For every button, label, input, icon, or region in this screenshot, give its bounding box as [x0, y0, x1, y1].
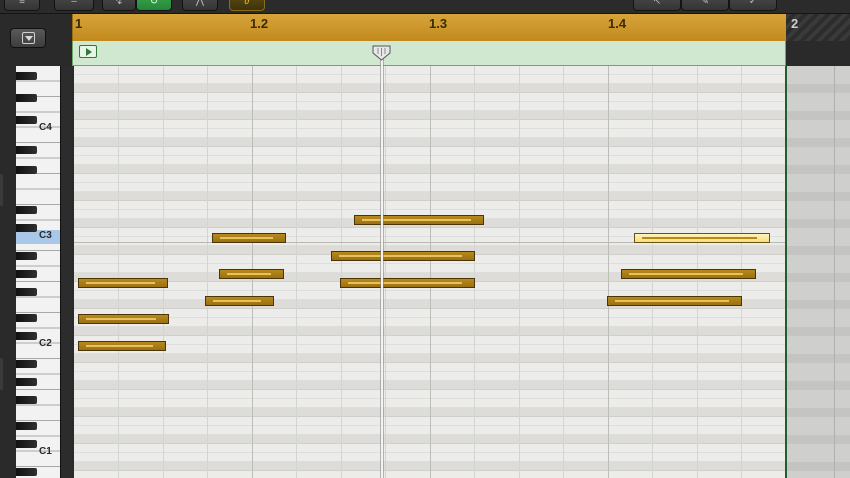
black-key[interactable]: [16, 146, 37, 154]
midi-note[interactable]: [621, 269, 756, 279]
midi-note[interactable]: [78, 278, 168, 288]
playhead-line[interactable]: [381, 53, 383, 478]
inspector-icon[interactable]: –: [54, 0, 94, 11]
grid-line: [118, 66, 119, 478]
side-edge-tick: [0, 358, 3, 390]
outside-region-area: [787, 66, 850, 478]
grid-line: [385, 66, 386, 478]
black-key[interactable]: [16, 360, 37, 368]
left-control-strip: [0, 14, 72, 66]
grid-line: [563, 66, 564, 478]
midi-note[interactable]: [78, 314, 169, 324]
play-icon: [79, 45, 97, 58]
black-key[interactable]: [16, 252, 37, 260]
beat-line: [608, 66, 609, 478]
keyboard-divider: [60, 66, 72, 478]
black-key[interactable]: [16, 422, 37, 430]
black-key[interactable]: [16, 224, 37, 232]
midi-note[interactable]: [331, 251, 475, 261]
piano-roll-grid[interactable]: [72, 66, 786, 478]
grid-line: [163, 66, 164, 478]
black-key[interactable]: [16, 270, 37, 278]
black-key[interactable]: [16, 440, 37, 448]
grid-line: [519, 66, 520, 478]
grid-line: [296, 66, 297, 478]
piano-keyboard[interactable]: C4 C3 C2 C1: [0, 66, 72, 478]
midi-note-selected[interactable]: [634, 233, 770, 243]
black-key[interactable]: [16, 116, 37, 124]
midi-note[interactable]: [205, 296, 274, 306]
region-header-extension: [786, 41, 850, 66]
ruler-label-beat-3: 1.3: [429, 16, 448, 31]
toolbar: ≡ – ↯ ↻ ⋀ ∂ ↖ ✎ ✓: [0, 0, 850, 14]
grid-line: [834, 66, 835, 478]
midi-note[interactable]: [607, 296, 742, 306]
black-key[interactable]: [16, 206, 37, 214]
ruler-extension: 2: [786, 14, 850, 41]
pencil-tool-icon[interactable]: ✎: [681, 0, 729, 11]
disclosure-button[interactable]: [10, 28, 46, 48]
midi-note[interactable]: [354, 215, 484, 225]
link-icon[interactable]: ∂: [229, 0, 265, 11]
midi-region-header[interactable]: [72, 41, 786, 66]
bar-ruler[interactable]: 1 1.2 1.3 1.4: [72, 14, 786, 41]
key-label-c3: C3: [39, 230, 52, 241]
side-edge-tick: [0, 174, 3, 206]
black-key[interactable]: [16, 166, 37, 174]
black-key[interactable]: [16, 396, 37, 404]
black-key[interactable]: [16, 288, 37, 296]
chevron-down-icon: [22, 32, 35, 44]
midi-in-icon[interactable]: ↯: [102, 0, 136, 11]
midi-note[interactable]: [212, 233, 286, 243]
black-key[interactable]: [16, 72, 37, 80]
midi-note[interactable]: [78, 341, 166, 351]
grid-line: [341, 66, 342, 478]
key-label-c1: C1: [39, 446, 52, 457]
ruler-label-bar-2: 2: [791, 16, 799, 31]
pointer-tool-icon[interactable]: ↖: [633, 0, 681, 11]
black-key[interactable]: [16, 94, 37, 102]
catch-icon[interactable]: ↻: [136, 0, 172, 11]
black-key[interactable]: [16, 314, 37, 322]
key-highlight-c3: [16, 230, 60, 244]
snap-icon[interactable]: ⋀: [182, 0, 218, 11]
key-label-c4: C4: [39, 122, 52, 133]
grid-line: [474, 66, 475, 478]
midi-note[interactable]: [219, 269, 284, 279]
list-icon[interactable]: ≡: [4, 0, 40, 11]
key-label-c2: C2: [39, 338, 52, 349]
ruler-label-bar-1: 1: [75, 16, 83, 31]
black-key[interactable]: [16, 468, 37, 476]
check-tool-icon[interactable]: ✓: [729, 0, 777, 11]
black-key[interactable]: [16, 332, 37, 340]
ruler-label-beat-4: 1.4: [608, 16, 627, 31]
grid-line: [207, 66, 208, 478]
playhead-icon[interactable]: [372, 45, 391, 61]
ruler-label-beat-2: 1.2: [250, 16, 269, 31]
midi-note[interactable]: [340, 278, 475, 288]
black-key[interactable]: [16, 378, 37, 386]
beat-line: [430, 66, 431, 478]
